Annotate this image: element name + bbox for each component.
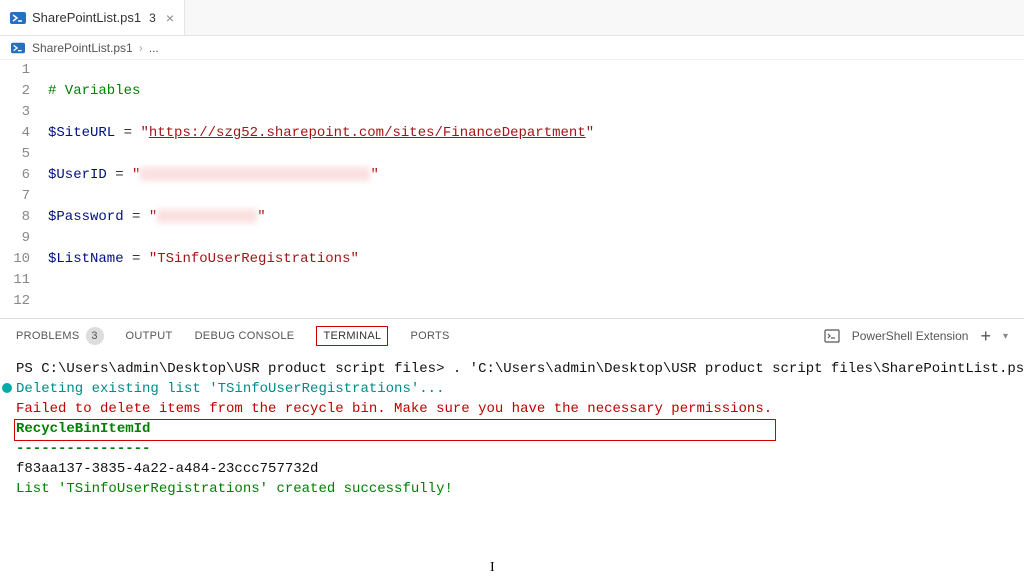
code-token: $Password xyxy=(48,209,124,225)
code-content[interactable]: # Variables $SiteURL = "https://szg52.sh… xyxy=(48,60,1024,318)
code-token: " xyxy=(132,167,140,183)
new-terminal-button[interactable]: + xyxy=(980,327,991,345)
terminal-line: f83aa137-3835-4a22-a484-23ccc757732d xyxy=(16,459,1008,479)
chevron-right-icon: › xyxy=(139,41,143,55)
code-token: " xyxy=(149,209,157,225)
tab-label: PROBLEMS xyxy=(16,330,80,342)
line-number: 2 xyxy=(0,81,30,102)
redacted-value xyxy=(157,209,257,223)
line-number: 4 xyxy=(0,123,30,144)
code-token: $ListName xyxy=(48,251,124,267)
redacted-value xyxy=(140,167,370,181)
code-token: " xyxy=(370,167,378,183)
line-number: 11 xyxy=(0,270,30,291)
tab-debug-console[interactable]: DEBUG CONSOLE xyxy=(195,330,295,342)
line-number: 5 xyxy=(0,144,30,165)
terminal-success-line: List 'TSinfoUserRegistrations' created s… xyxy=(16,479,1008,499)
code-token: https://szg52.sharepoint.com/sites/Finan… xyxy=(149,125,586,141)
code-token: " xyxy=(140,125,148,141)
terminal-profile-label[interactable]: PowerShell Extension xyxy=(852,329,969,343)
problems-count-badge: 3 xyxy=(86,327,104,345)
tab-output[interactable]: OUTPUT xyxy=(126,330,173,342)
powershell-icon xyxy=(10,10,26,26)
close-icon[interactable]: × xyxy=(166,10,174,26)
line-number: 6 xyxy=(0,165,30,186)
terminal-output[interactable]: PS C:\Users\admin\Desktop\USR product sc… xyxy=(0,353,1024,505)
code-token: = xyxy=(115,125,140,141)
tab-label: PORTS xyxy=(410,330,449,342)
terminal-error-line: Failed to delete items from the recycle … xyxy=(16,399,1008,419)
file-tab-sharepointlist[interactable]: SharePointList.ps1 3 × xyxy=(0,0,185,35)
tab-ports[interactable]: PORTS xyxy=(410,330,449,342)
line-number: 10 xyxy=(0,249,30,270)
line-number-gutter: 1 2 3 4 5 6 7 8 9 10 11 12 xyxy=(0,60,48,318)
terminal-line: Deleting existing list 'TSinfoUserRegist… xyxy=(16,379,1008,399)
breadcrumb-ellipsis: ... xyxy=(149,41,159,55)
code-token: $UserID xyxy=(48,167,107,183)
breadcrumb[interactable]: SharePointList.ps1 › ... xyxy=(0,36,1024,60)
code-token: $SiteURL xyxy=(48,125,115,141)
terminal-line: ---------------- xyxy=(16,439,1008,459)
code-token: # Variables xyxy=(48,83,140,99)
tab-problems[interactable]: PROBLEMS 3 xyxy=(16,327,104,345)
text-cursor-icon: I xyxy=(490,558,495,578)
bottom-panel: PROBLEMS 3 OUTPUT DEBUG CONSOLE TERMINAL… xyxy=(0,318,1024,505)
line-number: 7 xyxy=(0,186,30,207)
terminal-line: PS C:\Users\admin\Desktop\USR product sc… xyxy=(16,359,1008,379)
terminal-line: RecycleBinItemId xyxy=(16,419,1008,439)
line-number: 1 xyxy=(0,60,30,81)
line-number: 12 xyxy=(0,291,30,312)
code-token: = xyxy=(107,167,132,183)
panel-tab-bar: PROBLEMS 3 OUTPUT DEBUG CONSOLE TERMINAL… xyxy=(0,319,1024,353)
code-editor[interactable]: 1 2 3 4 5 6 7 8 9 10 11 12 # Variables $… xyxy=(0,60,1024,318)
code-token: " xyxy=(257,209,265,225)
code-token: "TSinfoUserRegistrations" xyxy=(149,251,359,267)
line-number: 9 xyxy=(0,228,30,249)
editor-tab-bar: SharePointList.ps1 3 × xyxy=(0,0,1024,36)
code-token: = xyxy=(124,209,149,225)
tab-terminal[interactable]: TERMINAL xyxy=(316,326,388,346)
chevron-down-icon[interactable]: ▾ xyxy=(1003,331,1008,342)
code-token: = xyxy=(124,251,149,267)
tab-label: OUTPUT xyxy=(126,330,173,342)
line-number: 3 xyxy=(0,102,30,123)
tab-label: DEBUG CONSOLE xyxy=(195,330,295,342)
file-tab-modified-indicator: 3 xyxy=(149,11,156,25)
breadcrumb-file: SharePointList.ps1 xyxy=(32,41,133,55)
powershell-icon xyxy=(10,40,26,56)
file-tab-label: SharePointList.ps1 xyxy=(32,10,141,25)
line-number: 8 xyxy=(0,207,30,228)
tab-label: TERMINAL xyxy=(323,330,381,342)
terminal-type-icon xyxy=(824,328,840,344)
status-dot-icon xyxy=(2,383,12,393)
code-token: " xyxy=(586,125,594,141)
